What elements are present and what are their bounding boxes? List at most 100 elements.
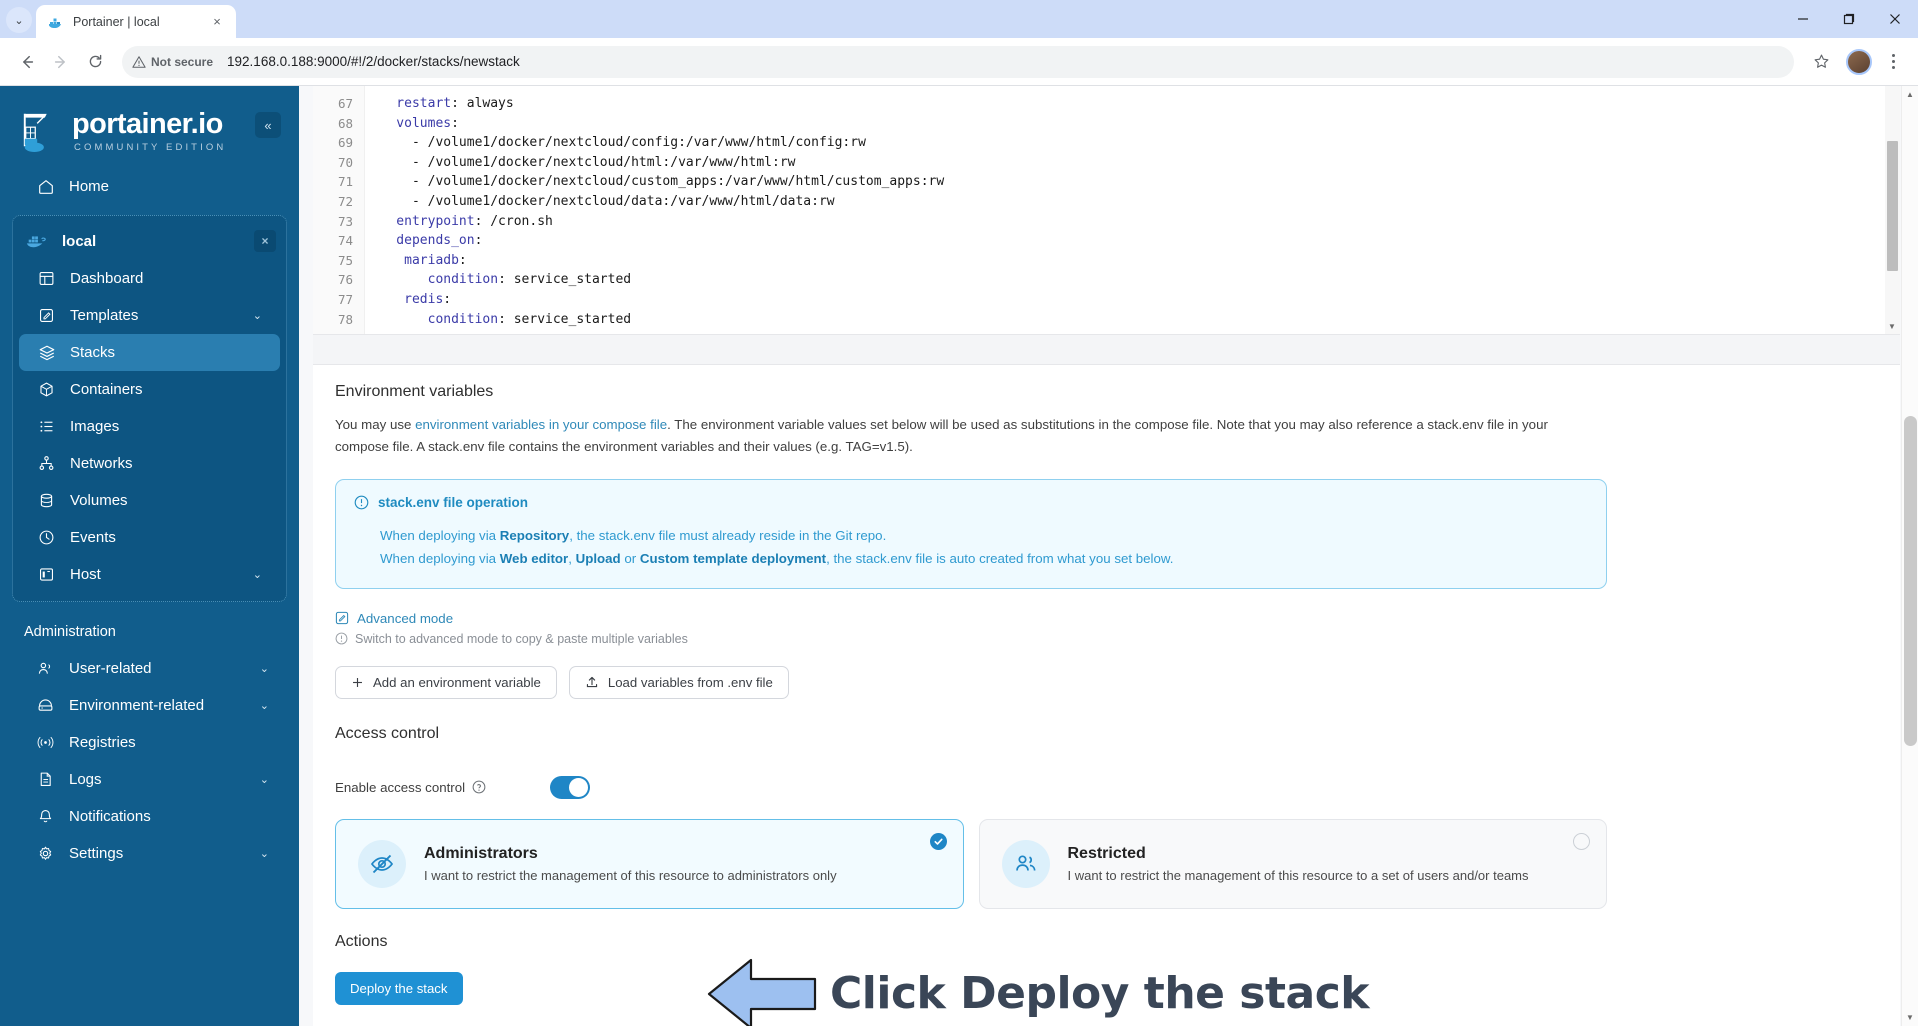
- browser-tab[interactable]: Portainer | local ×: [36, 5, 236, 38]
- sidebar-item-label: Templates: [70, 307, 139, 324]
- editor-line-numbers: 67 68 69 70 71 72 73 74 75 76 77 78: [313, 86, 365, 334]
- tab-search-chevron-icon[interactable]: ⌄: [6, 7, 32, 33]
- editor-code-area[interactable]: restart: always volumes: - /volume1/dock…: [365, 86, 1900, 334]
- sidebar-item-environment-related[interactable]: Environment-related ⌄: [12, 687, 287, 724]
- page-scrollbar[interactable]: ▲ ▼: [1901, 86, 1918, 1026]
- info-line-2-g: , the stack.env file is auto created fro…: [826, 550, 1174, 566]
- plus-icon: [353, 677, 362, 687]
- info-box-title: stack.env file operation: [378, 495, 529, 511]
- line-number: 67: [337, 96, 353, 111]
- deploy-the-stack-button[interactable]: Deploy the stack: [335, 971, 463, 1005]
- scroll-down-icon[interactable]: ▼: [1906, 1013, 1914, 1022]
- bookmark-star-icon[interactable]: [1806, 47, 1836, 77]
- window-minimize-button[interactable]: [1780, 0, 1826, 38]
- chevron-down-icon[interactable]: ⌄: [260, 662, 269, 675]
- add-environment-variable-button[interactable]: Add an environment variable: [335, 665, 557, 699]
- scroll-up-icon[interactable]: ▲: [1906, 90, 1914, 99]
- chevron-down-icon[interactable]: ⌄: [253, 568, 262, 581]
- profile-avatar[interactable]: [1846, 48, 1872, 75]
- info-line-2-e: or: [620, 550, 640, 566]
- actions-row: Deploy the stack Click Deploy the stack: [335, 958, 1878, 1026]
- page-scrollbar-thumb[interactable]: [1904, 416, 1917, 746]
- line-number: 71: [337, 174, 353, 190]
- sidebar-environment-close-icon[interactable]: ×: [254, 230, 276, 252]
- sidebar-item-label: User-related: [69, 660, 152, 677]
- users-group-icon: [1001, 839, 1050, 888]
- sidebar-collapse-button[interactable]: «: [255, 112, 281, 138]
- window-close-button[interactable]: [1872, 0, 1918, 38]
- left-arrow-annotation: [707, 958, 817, 1026]
- sidebar-item-settings[interactable]: Settings ⌄: [12, 835, 287, 872]
- window-maximize-button[interactable]: [1826, 0, 1872, 38]
- stack-form-card: 67 68 69 70 71 72 73 74 75 76 77 78 rest…: [313, 86, 1900, 1026]
- eye-off-icon: [358, 839, 406, 888]
- sidebar-logo[interactable]: portainer.io COMMUNITY EDITION «: [0, 86, 299, 168]
- users-icon: [36, 659, 55, 678]
- sidebar-item-user-related[interactable]: User-related ⌄: [12, 650, 287, 687]
- access-card-restricted[interactable]: Restricted I want to restrict the manage…: [978, 818, 1607, 909]
- advanced-mode-hint-label: Switch to advanced mode to copy & paste …: [355, 631, 688, 646]
- sidebar-administration-label: Administration: [24, 624, 116, 640]
- security-indicator[interactable]: Not secure: [132, 55, 221, 69]
- editor-scrollbar[interactable]: ▼: [1885, 86, 1900, 334]
- gear-icon: [36, 844, 55, 863]
- sidebar-item-stacks[interactable]: Stacks: [19, 334, 280, 371]
- info-circle-icon: [335, 632, 348, 645]
- access-card-administrators[interactable]: Administrators I want to restrict the ma…: [335, 818, 964, 909]
- reload-button[interactable]: [80, 47, 110, 77]
- sidebar-item-templates[interactable]: Templates ⌄: [19, 297, 280, 334]
- back-button[interactable]: [12, 47, 42, 77]
- sidebar-item-label: Registries: [69, 734, 136, 751]
- sidebar-item-label: Networks: [70, 455, 133, 472]
- annotation-overlay: Click Deploy the stack: [705, 954, 1370, 1026]
- info-line-1-a: When deploying via: [380, 528, 500, 544]
- logs-icon: [36, 770, 55, 789]
- sidebar-item-dashboard[interactable]: Dashboard: [19, 260, 280, 297]
- add-environment-variable-label: Add an environment variable: [373, 674, 541, 690]
- stack-env-info-box: stack.env file operation When deploying …: [335, 479, 1607, 589]
- forward-button[interactable]: [46, 47, 76, 77]
- sidebar-environment-block: local × Dashboard Templates ⌄ Stacks Con…: [12, 215, 287, 602]
- info-circle-icon: [354, 495, 369, 510]
- line-number: 72: [337, 193, 353, 209]
- chevron-down-icon[interactable]: ⌄: [260, 699, 269, 712]
- sidebar-item-containers[interactable]: Containers: [19, 371, 280, 408]
- info-line-1: When deploying via Repository, the stack…: [380, 525, 1586, 548]
- upload-icon: [586, 677, 598, 688]
- sidebar-item-registries[interactable]: Registries: [12, 724, 287, 761]
- chevron-down-icon[interactable]: ⌄: [260, 773, 269, 786]
- editor-scrollbar-thumb[interactable]: [1887, 141, 1898, 271]
- sidebar-item-images[interactable]: Images: [19, 408, 280, 445]
- tab-close-icon[interactable]: ×: [208, 13, 226, 31]
- load-variables-button[interactable]: Load variables from .env file: [568, 665, 789, 699]
- sidebar-item-networks[interactable]: Networks: [19, 445, 280, 482]
- sidebar-item-label: Volumes: [70, 492, 128, 509]
- security-label: Not secure: [151, 54, 214, 69]
- env-vars-doc-link[interactable]: environment variables in your compose fi…: [415, 417, 667, 432]
- sidebar-item-logs[interactable]: Logs ⌄: [12, 761, 287, 798]
- sidebar-item-volumes[interactable]: Volumes: [19, 482, 280, 519]
- address-bar[interactable]: Not secure 192.168.0.188:9000/#!/2/docke…: [122, 45, 1794, 78]
- question-circle-icon[interactable]: [472, 780, 486, 794]
- access-card-title: Restricted: [1067, 844, 1146, 862]
- info-line-2-d: Upload: [575, 550, 621, 566]
- compose-code-editor[interactable]: 67 68 69 70 71 72 73 74 75 76 77 78 rest…: [313, 86, 1900, 335]
- info-line-2-b: Web editor: [499, 550, 569, 566]
- sidebar-item-events[interactable]: Events: [19, 519, 280, 556]
- chevron-down-icon[interactable]: ⌄: [253, 309, 262, 322]
- editor-scroll-down-icon[interactable]: ▼: [1888, 322, 1896, 331]
- browser-menu-button[interactable]: [1880, 47, 1906, 77]
- sidebar-environment-header[interactable]: local ×: [13, 222, 286, 260]
- dashboard-icon: [37, 269, 56, 288]
- sidebar-item-notifications[interactable]: Notifications: [12, 798, 287, 835]
- info-line-2-f: Custom template deployment: [639, 550, 827, 566]
- sidebar-item-home[interactable]: Home: [12, 168, 287, 205]
- advanced-mode-link[interactable]: Advanced mode: [335, 611, 1878, 626]
- containers-icon: [37, 380, 56, 399]
- desc-part-1: You may use: [335, 417, 416, 432]
- code-line: entrypoint: /cron.sh: [365, 213, 553, 229]
- enable-access-control-text: Enable access control: [335, 779, 466, 795]
- sidebar-item-host[interactable]: Host ⌄: [19, 556, 280, 593]
- enable-access-control-toggle[interactable]: [550, 775, 590, 799]
- chevron-down-icon[interactable]: ⌄: [260, 847, 269, 860]
